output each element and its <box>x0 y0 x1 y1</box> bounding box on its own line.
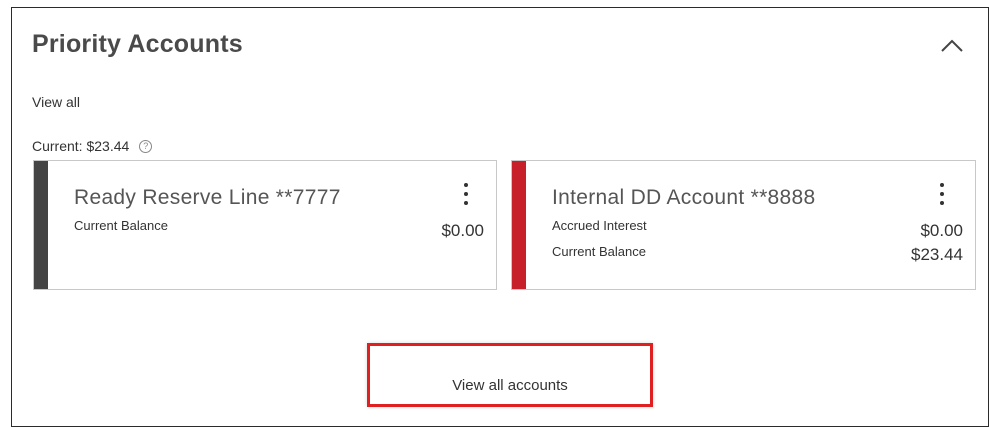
account-name[interactable]: Ready Reserve Line **7777 <box>74 186 341 210</box>
accrued-interest-value: $0.00 <box>920 221 963 240</box>
view-all-link[interactable]: View all <box>32 94 80 110</box>
view-all-accounts-label: View all accounts <box>452 377 568 394</box>
chevron-up-icon <box>941 39 963 52</box>
current-total: Current: $23.44 ? <box>32 138 153 154</box>
account-name[interactable]: Internal DD Account **8888 <box>552 186 815 210</box>
account-card-internal-dd[interactable]: Internal DD Account **8888 Accrued Inter… <box>511 160 976 290</box>
help-circle-icon[interactable]: ? <box>139 139 153 153</box>
current-balance-label: Current Balance <box>552 244 646 259</box>
account-color-stripe <box>512 161 526 289</box>
kebab-menu-icon[interactable] <box>459 181 473 207</box>
view-all-accounts-button[interactable]: View all accounts <box>367 343 653 407</box>
current-balance-value: $0.00 <box>441 221 484 240</box>
priority-accounts-panel: Priority Accounts View all Current: $23.… <box>11 7 989 427</box>
current-balance-value: $23.44 <box>911 245 963 264</box>
account-card-ready-reserve[interactable]: Ready Reserve Line **7777 Current Balanc… <box>33 160 497 290</box>
account-color-stripe <box>34 161 48 289</box>
panel-title: Priority Accounts <box>32 30 243 58</box>
current-total-label: Current: $23.44 <box>32 138 130 154</box>
kebab-menu-icon[interactable] <box>935 181 949 207</box>
accrued-interest-label: Accrued Interest <box>552 218 647 233</box>
current-balance-label: Current Balance <box>74 218 168 233</box>
collapse-button[interactable] <box>938 34 966 56</box>
